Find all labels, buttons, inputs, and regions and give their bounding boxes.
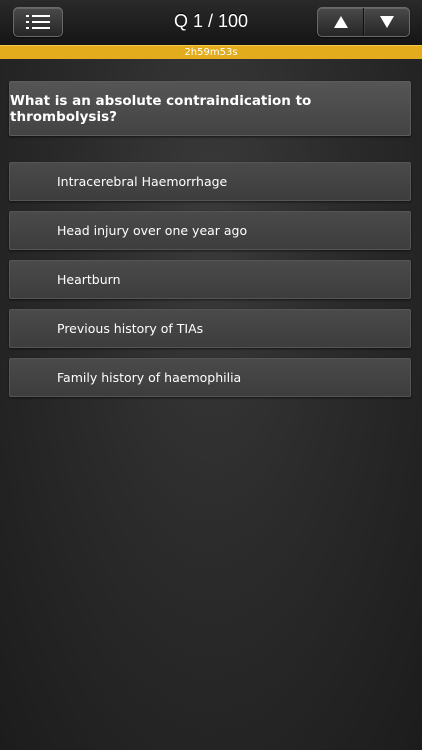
question-box: What is an absolute contraindication to …	[9, 81, 411, 136]
triangle-down-icon	[379, 16, 394, 28]
top-navigation-bar: Q 1 / 100	[0, 0, 422, 46]
answer-option-2[interactable]: Head injury over one year ago	[9, 211, 411, 250]
timer-bar: 2h59m53s	[0, 45, 422, 59]
answer-option-3[interactable]: Heartburn	[9, 260, 411, 299]
answer-label: Family history of haemophilia	[57, 370, 242, 385]
answer-label: Head injury over one year ago	[57, 223, 248, 238]
answer-option-4[interactable]: Previous history of TIAs	[9, 309, 411, 348]
answer-label: Previous history of TIAs	[57, 321, 204, 336]
answer-option-1[interactable]: Intracerebral Haemorrhage	[9, 162, 411, 201]
answer-label: Intracerebral Haemorrhage	[57, 174, 228, 189]
next-question-button[interactable]	[363, 8, 409, 36]
timer-text: 2h59m53s	[184, 47, 238, 58]
answer-option-5[interactable]: Family history of haemophilia	[9, 358, 411, 397]
triangle-up-icon	[333, 16, 348, 28]
previous-question-button[interactable]	[318, 8, 363, 36]
question-navigation	[317, 7, 410, 37]
answer-label: Heartburn	[57, 272, 121, 287]
question-text: What is an absolute contraindication to …	[10, 92, 312, 125]
